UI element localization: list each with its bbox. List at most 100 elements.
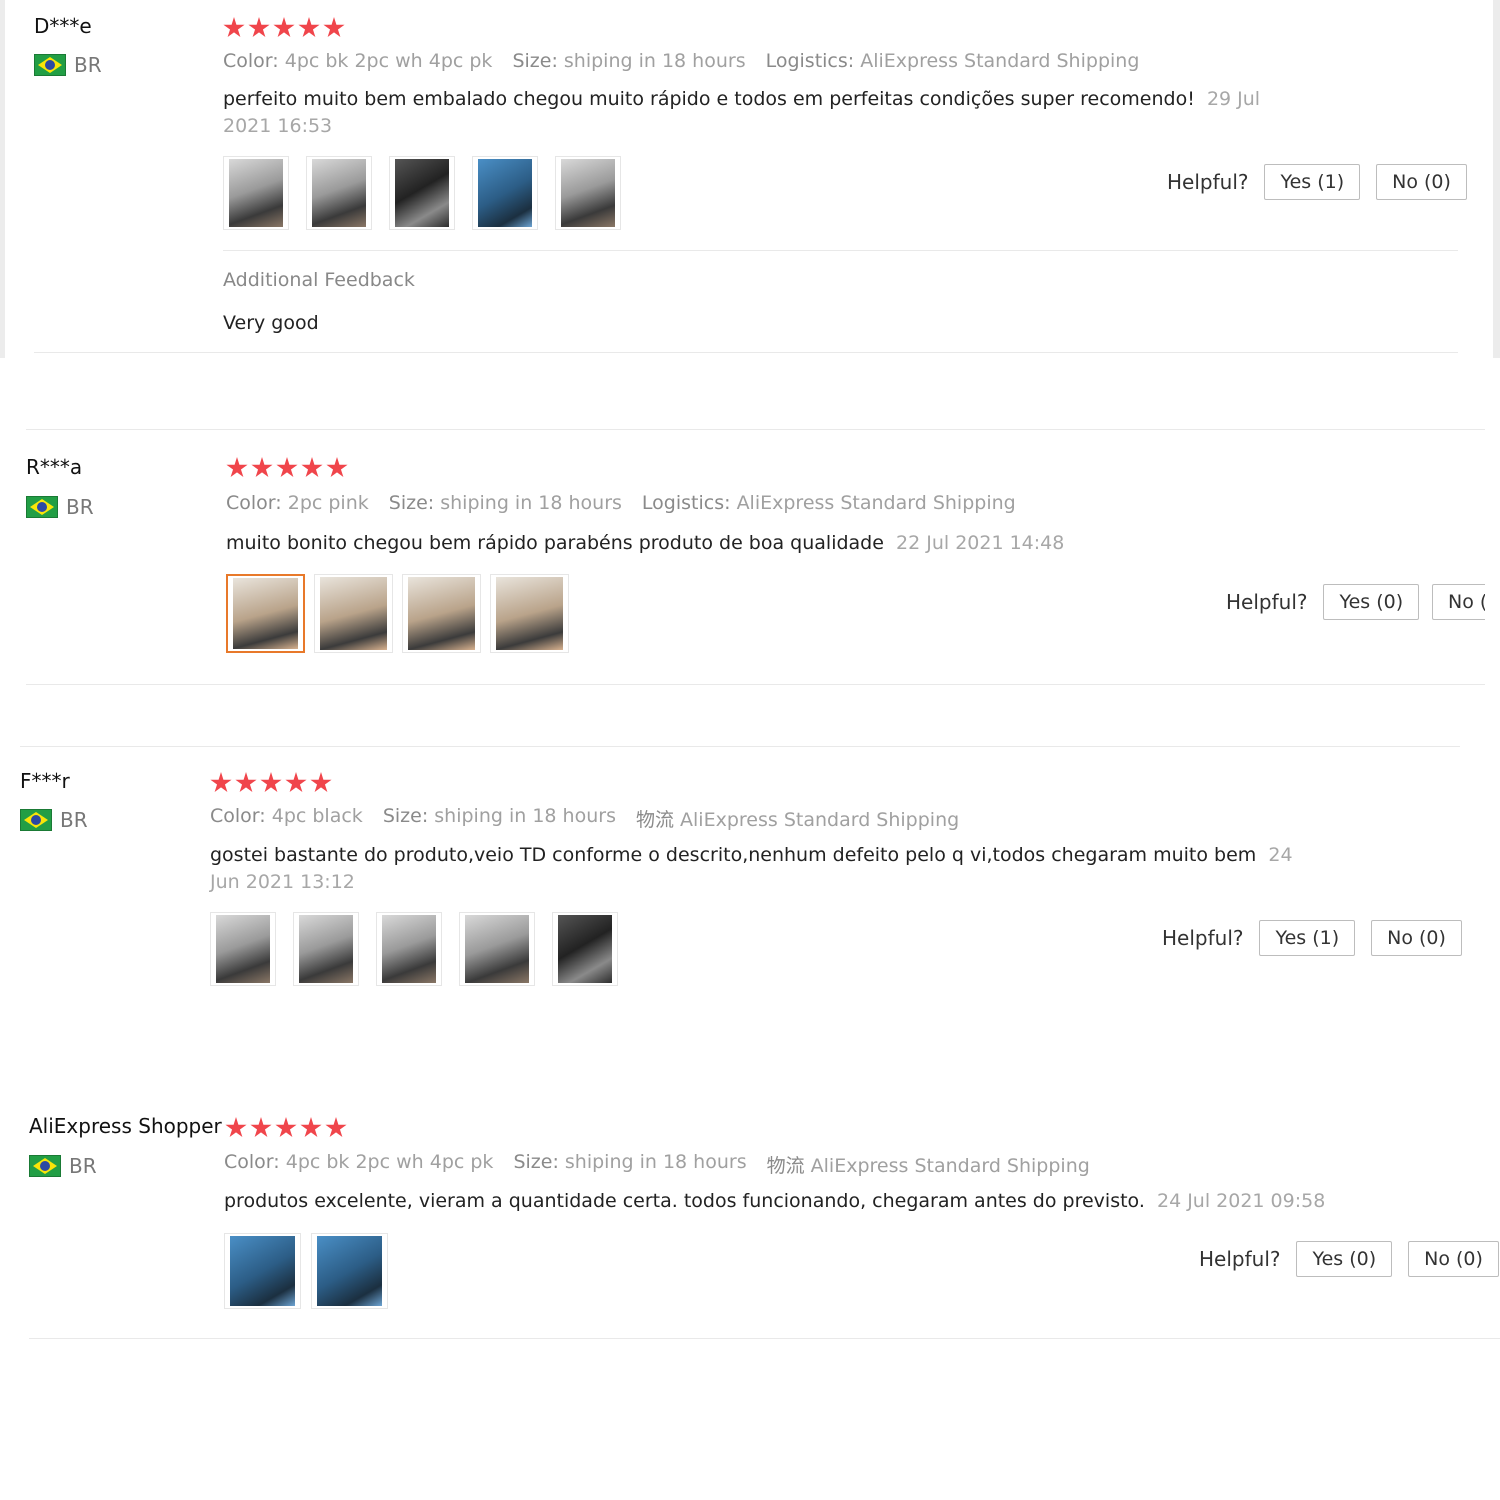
review-photo-thumbnail[interactable] — [552, 912, 618, 986]
review-date: 24 Jul 2021 09:58 — [1156, 1190, 1326, 1212]
star-icon — [275, 1117, 297, 1138]
helpful-label: Helpful? — [1199, 1247, 1281, 1271]
star-icon — [325, 1117, 347, 1138]
size-value: shiping in 18 hours — [564, 1151, 747, 1173]
review-photo-thumbnail[interactable] — [293, 912, 359, 986]
size-value: shiping in 18 hours — [434, 805, 616, 827]
review-photo-thumbnail[interactable] — [224, 1233, 301, 1309]
helpful-no-button[interactable]: No (0) — [1408, 1241, 1499, 1277]
logistics-label: 物流 — [766, 1155, 805, 1177]
review-text: muito bonito chegou bem rápido parabéns … — [226, 530, 1326, 557]
star-icon — [235, 772, 257, 793]
size-label: Size: — [512, 50, 558, 72]
product-photo — [299, 915, 353, 983]
product-photo — [382, 915, 436, 983]
helpful-vote: Helpful? Yes (0) No (0) — [1199, 1241, 1499, 1277]
helpful-no-button[interactable]: No (0) — [1371, 920, 1462, 956]
product-photo — [408, 577, 475, 650]
review-photos — [226, 574, 569, 653]
star-icon — [300, 1117, 322, 1138]
helpful-vote: Helpful? Yes (1) No (0) — [1162, 920, 1462, 956]
helpful-no-button[interactable]: No ( — [1432, 584, 1485, 620]
reviewer-name: D***e — [34, 14, 92, 38]
review-photo-thumbnail[interactable] — [376, 912, 442, 986]
review-photo-thumbnail[interactable] — [402, 574, 481, 653]
reviewer-name: AliExpress Shopper — [29, 1114, 222, 1138]
helpful-no-button[interactable]: No (0) — [1376, 164, 1467, 200]
review-text: produtos excelente, vieram a quantidade … — [224, 1188, 1374, 1215]
star-icon — [260, 772, 282, 793]
size-label: Size: — [382, 805, 429, 827]
additional-feedback-text: Very good — [223, 312, 319, 334]
product-photo — [561, 159, 615, 227]
helpful-vote: Helpful? Yes (1) No (0) — [1167, 164, 1467, 200]
order-specs: Color: 4pc black Size: shiping in 18 hou… — [210, 805, 959, 832]
helpful-yes-button[interactable]: Yes (1) — [1264, 164, 1361, 200]
review-photo-thumbnail[interactable] — [459, 912, 535, 986]
size-label: Size: — [388, 492, 435, 514]
color-label: Color: — [210, 805, 266, 827]
helpful-yes-button[interactable]: Yes (1) — [1259, 920, 1356, 956]
review-photos — [224, 1233, 388, 1309]
review-photo-thumbnail[interactable] — [389, 156, 455, 230]
star-icon — [276, 457, 298, 478]
review-photo-thumbnail[interactable] — [472, 156, 538, 230]
color-value: 4pc bk 2pc wh 4pc pk — [285, 1151, 494, 1173]
product-photo — [229, 159, 283, 227]
product-photo — [317, 1236, 382, 1306]
product-photo — [230, 1236, 295, 1306]
star-icon — [251, 457, 273, 478]
order-specs: Color: 2pc pink Size: shiping in 18 hour… — [226, 492, 1016, 514]
review-divider — [29, 1338, 1500, 1339]
brazil-flag-icon — [34, 54, 66, 76]
review-photo-thumbnail[interactable] — [314, 574, 393, 653]
review-divider — [26, 684, 1485, 685]
product-photo — [312, 159, 366, 227]
star-icon — [273, 17, 295, 38]
star-icon — [298, 17, 320, 38]
brazil-flag-icon — [29, 1155, 61, 1177]
helpful-vote: Helpful? Yes (0) — [1226, 584, 1420, 620]
helpful-yes-button[interactable]: Yes (0) — [1323, 584, 1420, 620]
review-photo-thumbnail[interactable] — [226, 574, 305, 653]
star-icon — [248, 17, 270, 38]
logistics-value: AliExpress Standard Shipping — [736, 492, 1016, 514]
review-photo-thumbnail[interactable] — [555, 156, 621, 230]
product-photo — [465, 915, 529, 983]
reviewer-country: BR — [29, 1154, 97, 1178]
panel-left-edge — [0, 0, 5, 358]
review-photo-thumbnail[interactable] — [490, 574, 569, 653]
reviewer-country: BR — [34, 53, 102, 77]
star-icon — [310, 772, 332, 793]
size-value: shiping in 18 hours — [563, 50, 746, 72]
review-photo-thumbnail[interactable] — [223, 156, 289, 230]
brazil-flag-icon — [26, 496, 58, 518]
logistics-value: AliExpress Standard Shipping — [680, 809, 960, 831]
review-body: produtos excelente, vieram a quantidade … — [224, 1190, 1145, 1212]
logistics-value: AliExpress Standard Shipping — [810, 1155, 1090, 1177]
review-date: 22 Jul 2021 14:48 — [896, 532, 1065, 554]
logistics-label: 物流 — [635, 809, 674, 831]
review-photo-thumbnail[interactable] — [210, 912, 276, 986]
size-label: Size: — [513, 1151, 559, 1173]
country-code: BR — [74, 53, 102, 77]
review-photo-thumbnail[interactable] — [311, 1233, 388, 1309]
star-rating — [210, 772, 332, 794]
brazil-flag-icon — [20, 809, 52, 831]
review-photo-thumbnail[interactable] — [306, 156, 372, 230]
size-value: shiping in 18 hours — [440, 492, 622, 514]
additional-feedback-title: Additional Feedback — [223, 269, 415, 291]
product-photo — [395, 159, 449, 227]
product-photo — [478, 159, 532, 227]
review-divider — [26, 429, 1485, 430]
helpful-yes-button[interactable]: Yes (0) — [1296, 1241, 1393, 1277]
star-icon — [323, 17, 345, 38]
review-text: gostei bastante do produto,veio TD confo… — [210, 842, 1305, 896]
reviewer-name: F***r — [20, 769, 70, 793]
product-photo — [496, 577, 563, 650]
product-photo — [320, 577, 387, 650]
color-label: Color: — [224, 1151, 280, 1173]
color-value: 4pc bk 2pc wh 4pc pk — [284, 50, 493, 72]
star-icon — [225, 1117, 247, 1138]
review-body: muito bonito chegou bem rápido parabéns … — [226, 532, 884, 554]
